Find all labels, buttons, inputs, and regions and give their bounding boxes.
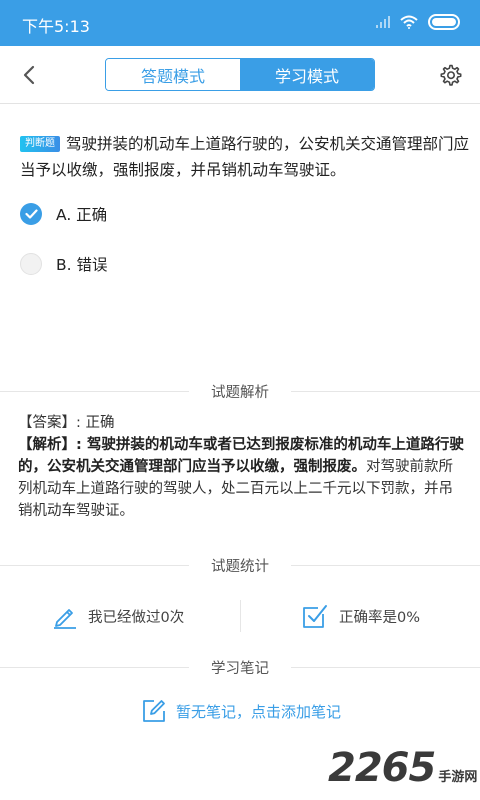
checkbox-check-icon: [303, 605, 327, 628]
note-edit-icon: [143, 700, 165, 722]
radio-checked-icon[interactable]: [20, 203, 42, 225]
stats-section-title: 试题统计: [211, 558, 269, 575]
tab-answer-mode[interactable]: 答题模式: [106, 59, 240, 90]
stat-done-count: 我已经做过0次: [52, 601, 184, 631]
watermark-text: 手游网: [438, 770, 478, 785]
analysis-divider: 试题解析: [0, 381, 480, 401]
status-icons: [376, 14, 460, 30]
option-b-label: B. 错误: [56, 256, 108, 274]
back-icon[interactable]: [18, 63, 42, 87]
wifi-icon: [400, 15, 418, 29]
accuracy-text: 正确率是0%: [339, 609, 421, 626]
stat-accuracy: 正确率是0%: [301, 601, 420, 631]
checkmark-icon: [24, 209, 38, 219]
done-count-text: 我已经做过0次: [88, 609, 185, 626]
mode-segmented-control: 答题模式 学习模式: [105, 58, 375, 91]
analysis-content: 【答案】: 正确 【解析】: 驾驶拼装的机动车或者已达到报废标准的机动车上道路行…: [18, 412, 466, 522]
option-a-label: A. 正确: [56, 206, 108, 224]
gear-icon[interactable]: [439, 63, 463, 87]
pencil-icon: [54, 609, 76, 629]
notes-divider: 学习笔记: [0, 657, 480, 677]
option-a[interactable]: A. 正确: [20, 201, 107, 227]
signal-icon: [376, 16, 390, 28]
notes-section-title: 学习笔记: [211, 660, 269, 677]
tab-study-mode[interactable]: 学习模式: [240, 59, 374, 90]
stats-divider: 试题统计: [0, 555, 480, 575]
nav-bar: 答题模式 学习模式: [0, 46, 480, 104]
radio-unchecked-icon[interactable]: [20, 253, 42, 275]
question-text: 驾驶拼装的机动车上道路行驶的，公安机关交通管理部门应当予以收缴，强制报废，并吊销…: [20, 135, 470, 179]
battery-icon: [428, 14, 460, 30]
add-note-button[interactable]: 暂无笔记，点击添加笔记: [141, 697, 341, 725]
answer-value: 正确: [85, 415, 115, 431]
answer-line: 【答案】: 正确: [18, 415, 115, 431]
status-time: 下午5:13: [22, 17, 90, 36]
question-type-badge: 判断题: [20, 136, 60, 152]
watermark-number: 2265: [328, 745, 436, 791]
watermark-logo: 2265 手游网: [328, 745, 477, 791]
option-b[interactable]: B. 错误: [20, 251, 108, 277]
stats-separator: [240, 600, 241, 632]
add-note-text: 暂无笔记，点击添加笔记: [176, 702, 342, 721]
status-bar: 下午5:13: [0, 0, 480, 46]
question-block: 判断题 驾驶拼装的机动车上道路行驶的，公安机关交通管理部门应当予以收缴，强制报废，…: [20, 131, 470, 183]
explanation: 【解析】: 驾驶拼装的机动车或者已达到报废标准的机动车上道路行驶的，公安机关交通…: [18, 437, 464, 519]
analysis-section-title: 试题解析: [211, 384, 269, 401]
